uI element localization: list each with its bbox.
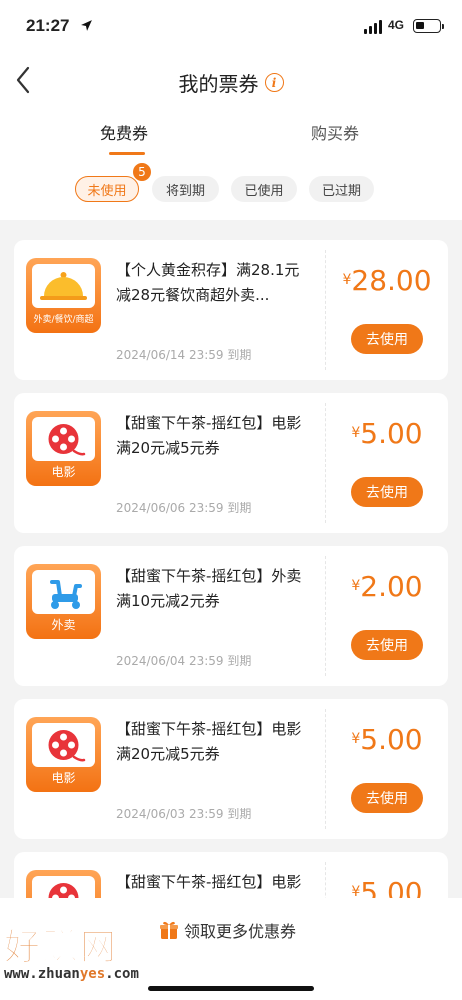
- coupon-thumbnail: 电影: [26, 411, 101, 486]
- use-coupon-button[interactable]: 去使用: [351, 477, 423, 507]
- coupon-card[interactable]: 电影 【甜蜜下午茶-摇红包】电影满20元减5元券 2024/06/06 23:5…: [14, 393, 448, 533]
- status-time: 21:27: [26, 16, 70, 35]
- tab-free-coupons[interactable]: 免费券: [100, 120, 148, 144]
- use-coupon-button[interactable]: 去使用: [351, 783, 423, 813]
- use-coupon-button[interactable]: 去使用: [351, 324, 423, 354]
- status-bar: 21:27 4G: [0, 0, 462, 56]
- network-type: 4G: [388, 18, 405, 32]
- coupon-value: ¥2.00: [351, 570, 423, 603]
- coupon-card[interactable]: 外卖 【甜蜜下午茶-摇红包】外卖满10元减2元券 2024/06/04 23:5…: [14, 546, 448, 686]
- coupon-description: 【甜蜜下午茶-摇红包】外卖满10元减2元券: [116, 567, 302, 610]
- coupon-expiry: 2024/06/04 23:59 到期: [116, 654, 252, 668]
- info-icon[interactable]: i: [264, 73, 284, 92]
- card-divider: [325, 709, 326, 829]
- page-title: 我的票券 i: [0, 68, 462, 97]
- coupon-value: ¥28.00: [342, 264, 432, 297]
- coupon-expiry: 2024/06/06 23:59 到期: [116, 501, 252, 515]
- coupon-description: 【甜蜜下午茶-摇红包】电影满20元减5元券: [116, 414, 302, 457]
- active-tab-indicator: [109, 152, 145, 155]
- watermark-text: 好赚网: [3, 927, 119, 969]
- filter-unused[interactable]: 未使用: [75, 176, 139, 202]
- site-watermark: 好赚网 www.zhuanyes.com: [0, 918, 200, 988]
- coupon-thumbnail: 外卖: [26, 564, 101, 639]
- tab-purchased-coupons[interactable]: 购买券: [311, 120, 359, 144]
- home-indicator[interactable]: [148, 986, 314, 991]
- coupon-value: ¥5.00: [351, 723, 423, 756]
- watermark-url: www.zhuanyes.com: [4, 966, 139, 982]
- coupon-card[interactable]: 外卖/餐饮/商超 【个人黄金积存】满28.1元减28元餐饮商超外卖... 202…: [14, 240, 448, 380]
- use-coupon-button[interactable]: 去使用: [351, 630, 423, 660]
- coupon-expiry: 2024/06/03 23:59 到期: [116, 807, 252, 821]
- cellular-signal-icon: [364, 20, 384, 34]
- card-divider: [325, 403, 326, 523]
- header-area: 21:27 4G 我的票券 i 免费券 购买券 未使用 5 将到期 已使用 已过…: [0, 0, 462, 220]
- card-divider: [325, 556, 326, 676]
- coupon-thumbnail: 电影: [26, 717, 101, 792]
- coupon-thumbnail: 外卖/餐饮/商超: [26, 258, 101, 333]
- coupon-card[interactable]: 电影 【甜蜜下午茶-摇红包】电影满20元减5元券 2024/06/03 23:5…: [14, 699, 448, 839]
- location-arrow-icon: [81, 20, 92, 31]
- coupon-value: ¥5.00: [351, 417, 423, 450]
- filter-expired[interactable]: 已过期: [309, 176, 374, 202]
- card-divider: [325, 250, 326, 370]
- unused-count-badge: 5: [132, 162, 152, 182]
- filter-expiring[interactable]: 将到期: [152, 176, 219, 202]
- coupon-description: 【个人黄金积存】满28.1元减28元餐饮商超外卖...: [116, 261, 300, 304]
- coupon-expiry: 2024/06/14 23:59 到期: [116, 348, 252, 362]
- coupon-description: 【甜蜜下午茶-摇红包】电影满20元减5元券: [116, 720, 302, 763]
- battery-icon: [413, 19, 444, 33]
- filter-used[interactable]: 已使用: [231, 176, 297, 202]
